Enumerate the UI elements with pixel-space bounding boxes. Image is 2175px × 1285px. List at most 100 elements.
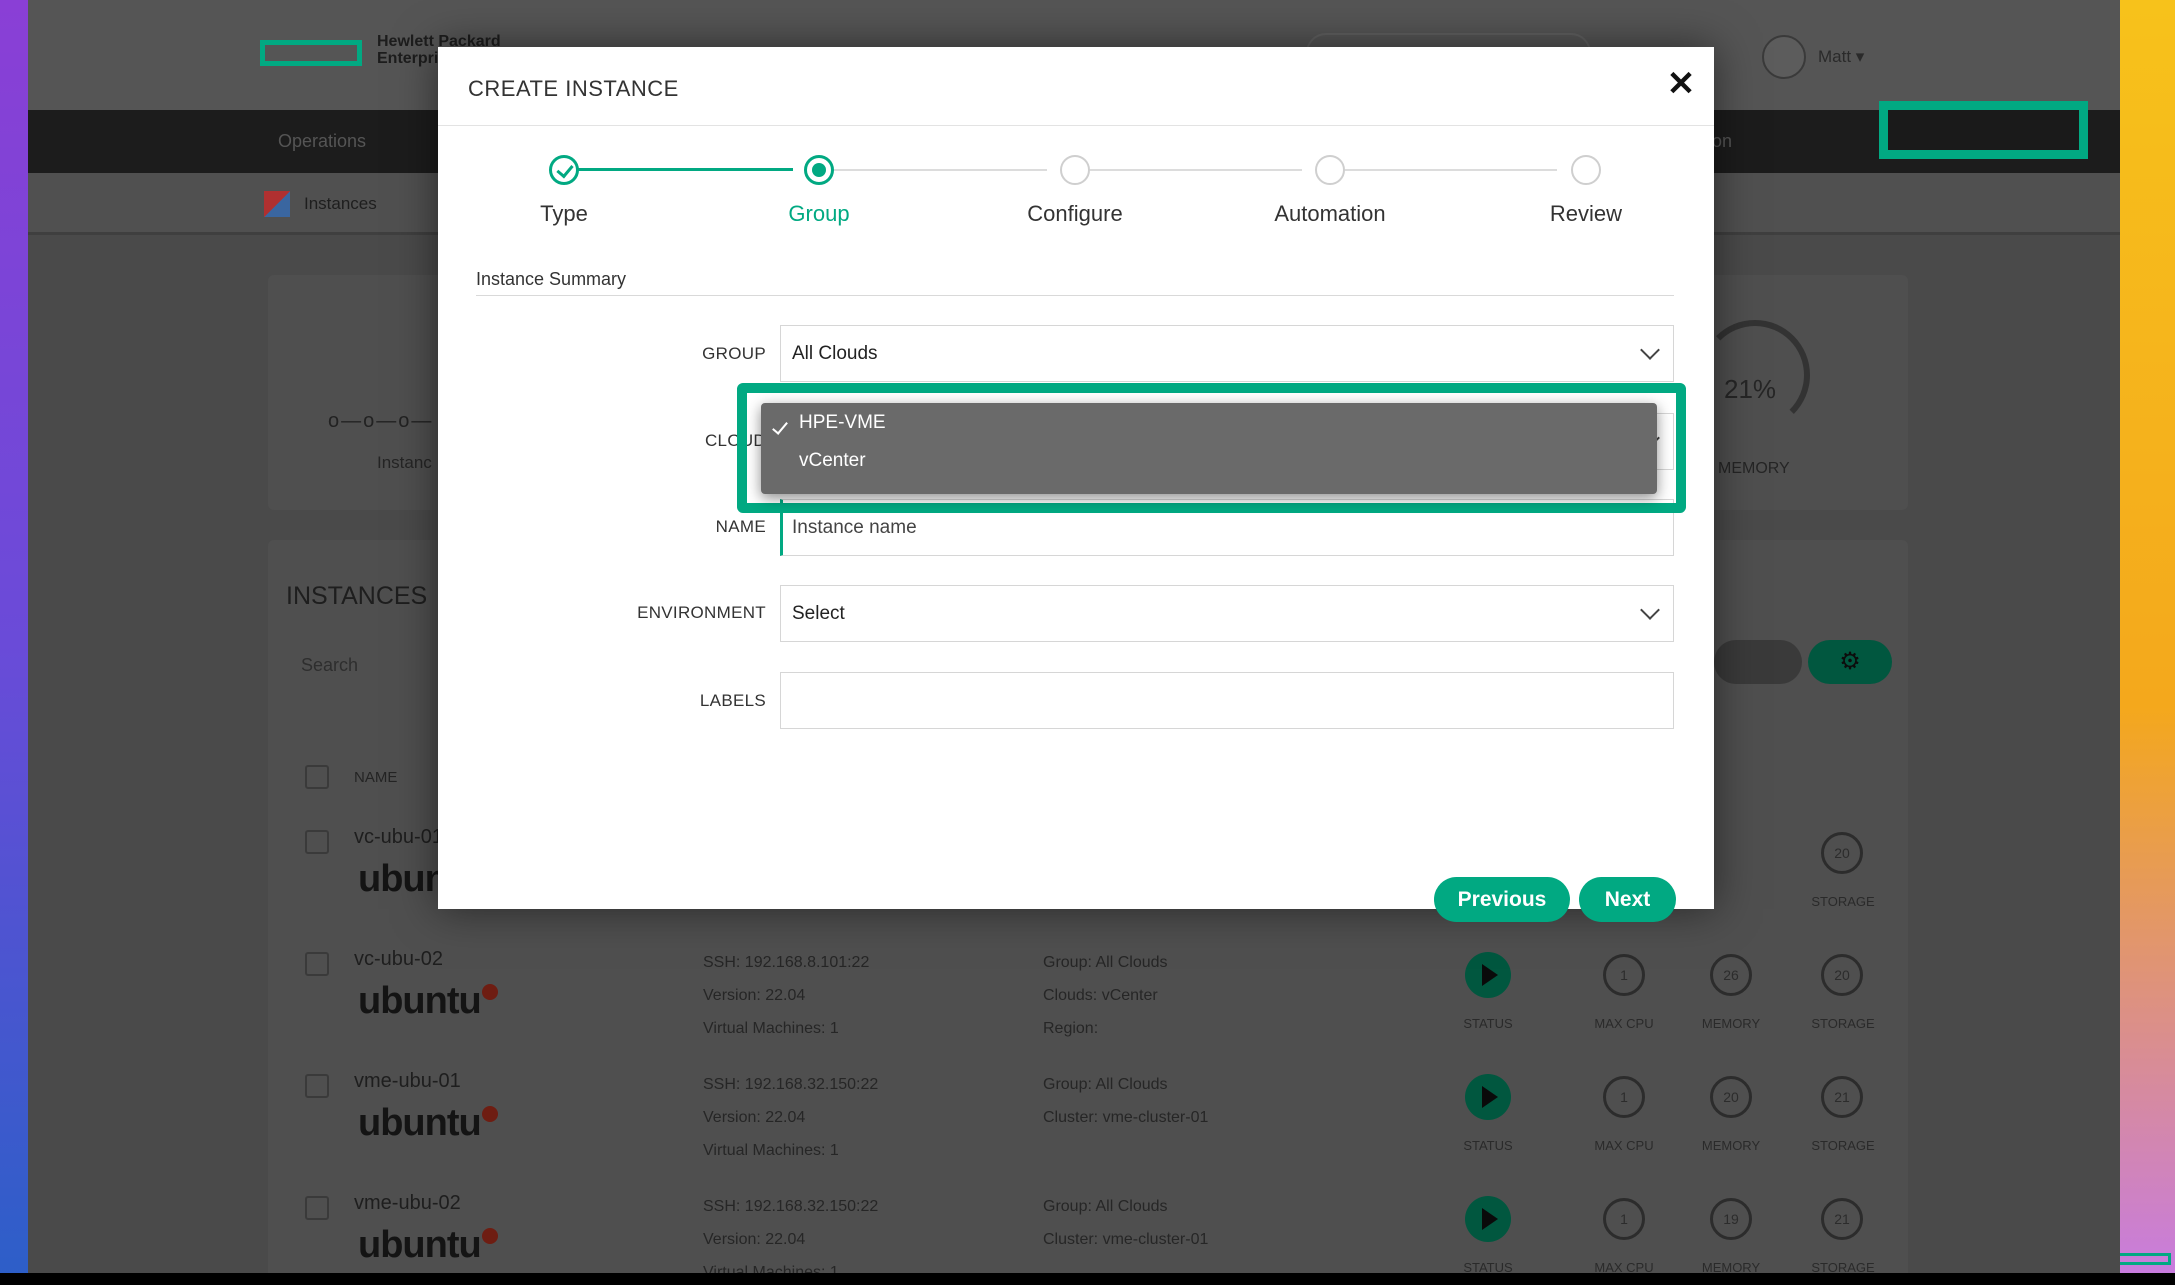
instance-group-info: Group: All Clouds Clouds: vCenter Region… xyxy=(1043,946,1168,1045)
instance-meta: SSH: 192.168.8.101:22 Version: 22.04 Vir… xyxy=(703,946,869,1045)
instance-group-info: Group: All Clouds Cluster: vme-cluster-0… xyxy=(1043,1190,1208,1256)
chevron-down-icon: ▾ xyxy=(1855,47,1865,66)
vm-count: Virtual Machines: 1 xyxy=(703,1020,839,1037)
group-info: Group: All Clouds xyxy=(1043,954,1168,971)
memory-dial: 19 xyxy=(1710,1198,1752,1240)
breadcrumb[interactable]: Instances xyxy=(304,194,377,214)
check-icon xyxy=(772,418,788,435)
instance-name[interactable]: vme-ubu-02 xyxy=(354,1192,461,1215)
storage-label: STORAGE xyxy=(1811,894,1875,909)
ubuntu-logo-icon xyxy=(482,984,498,1000)
group-info: Group: All Clouds xyxy=(1043,1076,1168,1093)
ubuntu-logo: ubuntu xyxy=(358,1102,482,1144)
previous-button[interactable]: Previous xyxy=(1434,877,1570,922)
close-icon[interactable]: ✕ xyxy=(1663,67,1699,103)
storage-label: STORAGE xyxy=(1811,1016,1875,1031)
instance-name[interactable]: vme-ubu-01 xyxy=(354,1070,461,1093)
cloud-info: Clouds: vCenter xyxy=(1043,987,1158,1004)
nav-item-right[interactable]: on xyxy=(1712,131,1732,152)
cloud-option-hpe-vme[interactable]: HPE-VME xyxy=(799,412,886,434)
step-review-icon[interactable] xyxy=(1571,155,1601,185)
memory-dial: 26 xyxy=(1710,954,1752,996)
left-edge-decoration xyxy=(0,0,28,1285)
play-icon[interactable] xyxy=(1465,952,1511,998)
modal-title: CREATE INSTANCE xyxy=(468,76,679,101)
cpu-dial: 1 xyxy=(1603,1076,1645,1118)
storage-dial: 20 xyxy=(1821,954,1863,996)
row-checkbox[interactable] xyxy=(305,830,329,854)
row-checkbox[interactable] xyxy=(305,952,329,976)
instances-title: INSTANCES xyxy=(286,582,428,610)
row-checkbox[interactable] xyxy=(305,1074,329,1098)
instance-name[interactable]: vc-ubu-02 xyxy=(354,948,443,971)
select-all-checkbox[interactable] xyxy=(305,765,329,789)
step-automation-icon[interactable] xyxy=(1315,155,1345,185)
row-checkbox[interactable] xyxy=(305,1196,329,1220)
cloud-option-vcenter[interactable]: vCenter xyxy=(799,450,866,472)
bottom-bar xyxy=(0,1273,2175,1285)
storage-dial: 21 xyxy=(1821,1076,1863,1118)
instance-group-info: Group: All Clouds Cluster: vme-cluster-0… xyxy=(1043,1068,1208,1134)
step-configure-icon[interactable] xyxy=(1060,155,1090,185)
environment-select[interactable]: Select xyxy=(780,585,1674,642)
cpu-dial: 1 xyxy=(1603,1198,1645,1240)
play-icon[interactable] xyxy=(1465,1074,1511,1120)
cpu-label: MAX CPU xyxy=(1594,1138,1654,1153)
memory-label: MEMORY xyxy=(1701,1260,1761,1273)
table-row[interactable]: vc-ubu-02 ubuntu SSH: 192.168.8.101:22 V… xyxy=(28,940,2120,1062)
settings-button[interactable]: ⚙ xyxy=(1808,640,1892,684)
cpu-label: MAX CPU xyxy=(1594,1260,1654,1273)
region-info: Region: xyxy=(1043,1020,1099,1037)
ubuntu-logo-icon xyxy=(482,1106,498,1122)
step-label-group[interactable]: Group xyxy=(709,201,929,227)
next-button[interactable]: Next xyxy=(1579,877,1676,922)
avatar[interactable] xyxy=(1762,35,1806,79)
cloud-dropdown-menu: HPE-VME vCenter xyxy=(761,403,1657,494)
environment-select-value: Select xyxy=(792,603,845,624)
table-row[interactable]: vme-ubu-02 ubuntu SSH: 192.168.32.150:22… xyxy=(28,1184,2120,1273)
step-label-type[interactable]: Type xyxy=(454,201,674,227)
step-group-active-icon[interactable] xyxy=(804,155,834,185)
storage-label: STORAGE xyxy=(1811,1138,1875,1153)
step-connector xyxy=(823,169,1047,171)
step-type-check-icon[interactable] xyxy=(549,155,579,185)
step-connector xyxy=(1078,169,1302,171)
step-label-automation[interactable]: Automation xyxy=(1220,201,1440,227)
storage-dial: 20 xyxy=(1821,832,1863,874)
instances-search[interactable]: Search xyxy=(301,655,358,676)
memory-label: MEMORY xyxy=(1701,1138,1761,1153)
user-name: Matt xyxy=(1818,47,1852,66)
labels-input[interactable] xyxy=(780,672,1674,729)
environment-label: ENVIRONMENT xyxy=(637,603,766,622)
nav-operations[interactable]: Operations xyxy=(278,131,366,152)
actions-button[interactable] xyxy=(1714,640,1802,684)
section-divider xyxy=(476,295,1674,296)
group-label: GROUP xyxy=(702,344,766,363)
cpu-dial: 1 xyxy=(1603,954,1645,996)
group-select[interactable]: All Clouds xyxy=(780,325,1674,382)
gear-icon: ⚙ xyxy=(1839,648,1861,675)
column-header-name[interactable]: NAME xyxy=(354,769,397,786)
version: Version: 22.04 xyxy=(703,1109,806,1126)
cloud-info: Cluster: vme-cluster-01 xyxy=(1043,1109,1209,1126)
ssh-address: SSH: 192.168.8.101:22 xyxy=(703,954,870,971)
instance-name[interactable]: vc-ubu-01 xyxy=(354,826,443,849)
play-icon[interactable] xyxy=(1465,1196,1511,1242)
ssh-address: SSH: 192.168.32.150:22 xyxy=(703,1076,879,1093)
group-info: Group: All Clouds xyxy=(1043,1198,1168,1215)
cpu-label: MAX CPU xyxy=(1594,1016,1654,1031)
storage-label: STORAGE xyxy=(1811,1260,1875,1273)
instance-meta: SSH: 192.168.32.150:22 Version: 22.04 Vi… xyxy=(703,1190,878,1273)
status-label: STATUS xyxy=(1463,1260,1513,1273)
cloud-label: CLOUD xyxy=(704,431,766,450)
memory-dial: 20 xyxy=(1710,1076,1752,1118)
instances-icon xyxy=(264,191,290,217)
hpe-logo xyxy=(260,40,362,66)
version: Version: 22.04 xyxy=(703,1231,806,1248)
step-label-review[interactable]: Review xyxy=(1476,201,1696,227)
table-row[interactable]: vme-ubu-01 ubuntu SSH: 192.168.32.150:22… xyxy=(28,1062,2120,1184)
step-label-configure[interactable]: Configure xyxy=(965,201,1185,227)
chevron-down-icon xyxy=(1640,600,1660,620)
user-menu[interactable]: Matt ▾ xyxy=(1818,47,1864,67)
storage-dial: 21 xyxy=(1821,1198,1863,1240)
